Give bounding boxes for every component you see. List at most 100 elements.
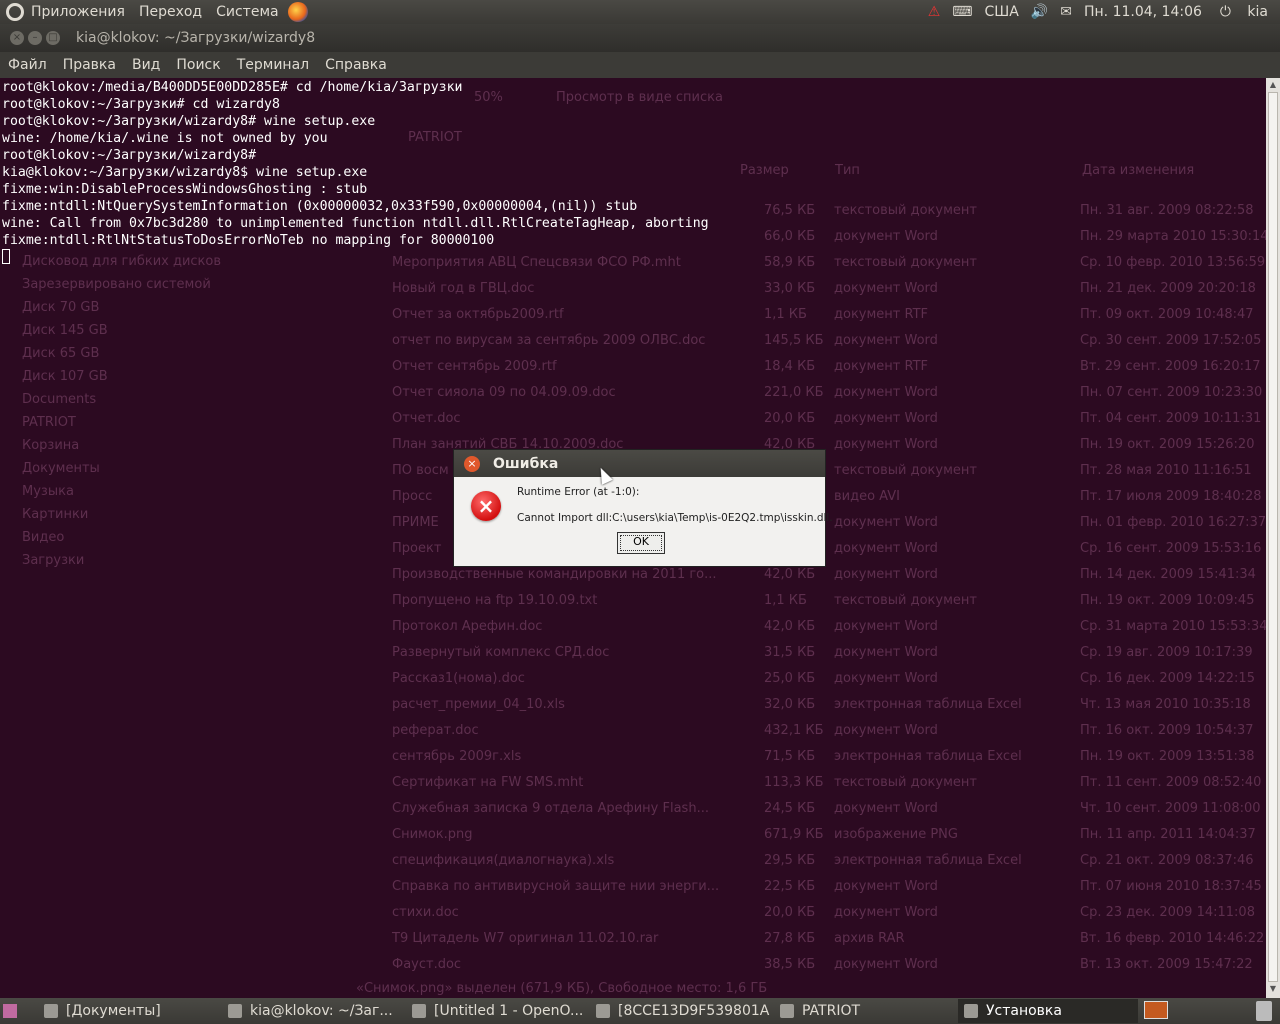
ghost-sidebar-item: Зарезервировано системой <box>22 277 211 292</box>
ghost-cell-type: архив RAR <box>834 931 905 946</box>
menu-applications[interactable]: Приложения <box>24 4 132 20</box>
minimize-icon[interactable]: – <box>28 31 42 45</box>
terminal-output: root@klokov:/media/B400DD5E00DD285E# cd … <box>2 79 709 266</box>
trash-icon[interactable] <box>1256 1001 1272 1021</box>
ghost-cell-size: 145,5 КБ <box>764 333 824 348</box>
drive-icon <box>596 1004 610 1018</box>
taskbar-item-patriot[interactable]: PATRIOT <box>774 999 954 1023</box>
ghost-cell-size: 76,5 КБ <box>764 203 816 218</box>
menu-file[interactable]: Файл <box>0 57 55 73</box>
ghost-cell-size: 27,8 КБ <box>764 931 816 946</box>
ghost-cell-type: документ Word <box>834 957 938 972</box>
menu-edit[interactable]: Правка <box>55 57 124 73</box>
ghost-cell-size: 25,0 КБ <box>764 671 816 686</box>
ghost-cell-name: стихи.doc <box>392 905 459 920</box>
ghost-cell-name: T9 Цитадель W7 оригинал 11.02.10.rar <box>392 931 659 946</box>
ghost-cell-type: документ Word <box>834 801 938 816</box>
mail-icon[interactable]: ✉ <box>1054 4 1078 20</box>
ghost-cell-date: Ср. 10 февр. 2010 13:56:59 <box>1080 255 1266 270</box>
close-icon[interactable]: × <box>464 455 480 472</box>
terminal-menubar: Файл Правка Вид Поиск Терминал Справка <box>0 52 1280 78</box>
terminal-title: kia@klokov: ~/Загрузки/wizardy8 <box>76 30 316 46</box>
ghost-cell-name: Проект <box>392 541 442 556</box>
ghost-cell-size: 66,0 КБ <box>764 229 816 244</box>
show-desktop-icon[interactable] <box>3 1004 17 1018</box>
ghost-cell-size: 38,5 КБ <box>764 957 816 972</box>
error-dialog: × Ошибка × Runtime Error (at -1:0): Cann… <box>453 449 833 567</box>
ghost-cell-type: документ Word <box>834 385 938 400</box>
taskbar-item-terminal[interactable]: kia@klokov: ~/Заг... <box>222 999 402 1023</box>
folder-icon <box>44 1004 58 1018</box>
scrollbar-thumb[interactable] <box>1268 92 1278 982</box>
ghost-cell-size: 432,1 КБ <box>764 723 824 738</box>
taskbar-item-setup[interactable]: Установка <box>958 999 1138 1023</box>
ghost-sidebar-item: Загрузки <box>22 553 85 568</box>
ghost-sidebar-item: Корзина <box>22 438 80 453</box>
ghost-sidebar-item: Documents <box>22 392 97 407</box>
ghost-cell-date: Пт. 04 сент. 2009 10:11:31 <box>1080 411 1262 426</box>
maximize-icon[interactable]: □ <box>46 31 60 45</box>
volume-icon[interactable]: 🔊 <box>1025 4 1054 20</box>
ghost-file-row: Снимок.png 671,9 КБ изображение PNG Пн. 11 … <box>364 827 1264 853</box>
keyboard-layout-indicator[interactable]: США <box>978 4 1024 20</box>
ghost-cell-type: электронная таблица Excel <box>834 749 1022 764</box>
taskbar-item-documents[interactable]: [Документы] <box>38 999 218 1023</box>
scroll-down-icon[interactable]: ▼ <box>1266 984 1280 996</box>
wine-icon <box>964 1004 978 1018</box>
ghost-cell-name: Отчет сияола 09 по 04.09.09.doc <box>392 385 616 400</box>
ghost-cell-type: документ Word <box>834 619 938 634</box>
menu-view[interactable]: Вид <box>124 57 168 73</box>
ghost-file-row: Отчет за октябрь2009.rtf 1,1 КБ документ R… <box>364 307 1264 333</box>
ubuntu-logo-icon[interactable] <box>6 3 24 21</box>
notification-icon[interactable] <box>1144 1001 1168 1019</box>
menu-system[interactable]: Система <box>209 4 285 20</box>
ghost-sidebar-item: Видео <box>22 530 65 545</box>
ghost-cell-name: ПО восм <box>392 463 449 478</box>
ghost-cell-size: 32,0 КБ <box>764 697 816 712</box>
menu-help[interactable]: Справка <box>317 57 395 73</box>
ghost-cell-type: текстовый документ <box>834 775 977 790</box>
scroll-up-icon[interactable]: ▲ <box>1266 80 1280 92</box>
menu-places[interactable]: Переход <box>132 4 209 20</box>
ghost-file-row: реферат.doc 432,1 КБ документ Word Пт. 16 о… <box>364 723 1264 749</box>
close-icon[interactable]: × <box>10 31 24 45</box>
ghost-cell-date: Чт. 10 сент. 2009 11:08:00 <box>1080 801 1261 816</box>
dialog-titlebar[interactable]: × Ошибка <box>454 450 825 477</box>
ghost-cell-date: Ср. 21 окт. 2009 08:37:46 <box>1080 853 1254 868</box>
firefox-icon[interactable] <box>287 2 308 22</box>
taskbar-item-openoffice[interactable]: [Untitled 1 - OpenO... <box>406 999 586 1023</box>
menu-search[interactable]: Поиск <box>168 57 228 73</box>
ghost-cell-size: 20,0 КБ <box>764 411 816 426</box>
session-user[interactable]: ⏻ kia <box>1208 4 1280 20</box>
ghost-cell-date: Вт. 29 сент. 2009 16:20:17 <box>1080 359 1261 374</box>
ok-button[interactable]: OK <box>617 532 665 554</box>
ghost-cell-name: Просс <box>392 489 433 504</box>
dialog-message-line1: Runtime Error (at -1:0): <box>517 486 640 498</box>
ghost-cell-name: ПРИМЕ <box>392 515 439 530</box>
ghost-cell-size: 20,0 КБ <box>764 905 816 920</box>
panel-tray: ⚠ ⌨ США 🔊 ✉ Пн. 11.04, 14:06 ⏻ kia <box>922 0 1280 24</box>
ghost-file-row: Отчет сияола 09 по 04.09.09.doc 221,0 КБ д… <box>364 385 1264 411</box>
ghost-cell-type: документ Word <box>834 411 938 426</box>
ghost-file-row: стихи.doc 20,0 КБ документ Word Ср. 23 дек.… <box>364 905 1264 931</box>
keyboard-icon[interactable]: ⌨ <box>946 4 978 20</box>
ghost-file-row: Протокол Арефин.doc 42,0 КБ документ Word С… <box>364 619 1266 645</box>
ghost-cell-date: Пт. 28 мая 2010 11:16:51 <box>1080 463 1252 478</box>
ghost-file-row: Пропущено на ftp 19.10.09.txt 1,1 КБ текст… <box>364 593 1264 619</box>
ghost-cell-type: документ Word <box>834 229 938 244</box>
ghost-file-row: Развернутый комплекс СРД.doc 31,5 КБ докум… <box>364 645 1264 671</box>
warning-icon[interactable]: ⚠ <box>922 4 947 20</box>
ghost-file-row: Новый год в ГВЦ.doc 33,0 КБ документ Word П… <box>364 281 1264 307</box>
terminal-cursor <box>2 249 10 264</box>
clock[interactable]: Пн. 11.04, 14:06 <box>1078 4 1208 20</box>
ghost-file-row: Справка по антивирусной защите нии энерг… <box>364 879 1264 905</box>
ghost-cell-type: видео AVI <box>834 489 900 504</box>
menu-terminal[interactable]: Терминал <box>229 57 317 73</box>
taskbar-item-8cce[interactable]: [8CCE13D9F539801A] <box>590 999 770 1023</box>
terminal-titlebar[interactable]: × – □ kia@klokov: ~/Загрузки/wizardy8 <box>0 24 1280 52</box>
ghost-cell-type: документ Word <box>834 437 938 452</box>
terminal-scrollbar[interactable]: ▲ ▼ <box>1266 78 1280 998</box>
ghost-cell-date: Ср. 19 авг. 2009 10:17:39 <box>1080 645 1253 660</box>
ghost-cell-type: текстовый документ <box>834 203 977 218</box>
ghost-file-row: Рассказ1(нома).doc 25,0 КБ документ Word Ср… <box>364 671 1264 697</box>
